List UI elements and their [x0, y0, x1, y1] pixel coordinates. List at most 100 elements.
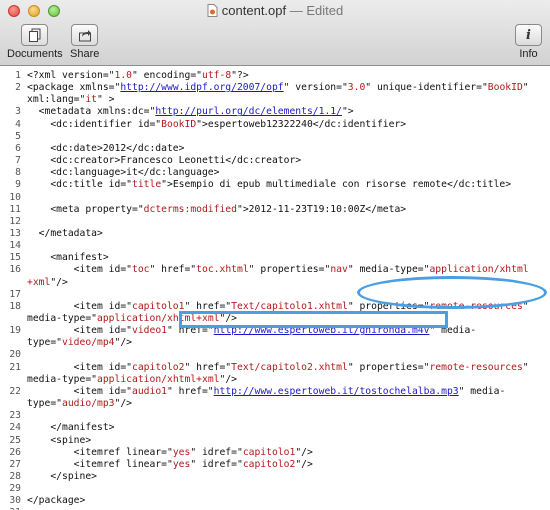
code-token: <metadata xmlns:dc=" — [27, 106, 156, 118]
code-string: video/mp4 — [62, 337, 115, 349]
code-text: <package xmlns="http://www.idpf.org/2007… — [27, 82, 529, 94]
code-token: ">2012-11-23T19:10:00Z</meta> — [236, 203, 407, 215]
code-token: <item id=" — [27, 385, 132, 397]
highlight-ellipse — [357, 276, 547, 309]
info-label: Info — [519, 48, 538, 60]
code-token: " idref=" — [190, 446, 243, 458]
code-line[interactable]: 7 <dc:creator>Francesco Leonetti</dc:cre… — [0, 155, 550, 167]
code-line[interactable]: 12 — [0, 216, 550, 228]
code-token: " > — [97, 94, 115, 106]
code-line[interactable]: 26 <itemref linear="yes" idref="capitolo… — [0, 447, 550, 459]
highlight-rectangle — [179, 311, 448, 328]
code-token: <itemref linear=" — [27, 458, 173, 470]
code-line[interactable]: 20 — [0, 349, 550, 361]
code-token: "> — [341, 106, 354, 118]
code-line[interactable]: 4 <dc:identifier id="BookID">espertoweb1… — [0, 119, 550, 131]
code-line[interactable]: type="video/mp4"/> — [0, 337, 550, 349]
line-number: 2 — [15, 82, 21, 94]
line-number: 8 — [15, 167, 21, 179]
code-text: <metadata xmlns:dc="http://purl.org/dc/e… — [27, 106, 354, 118]
code-token: <dc:identifier id=" — [27, 118, 162, 130]
code-text: <dc:title id="title">Esempio di epub mul… — [27, 179, 511, 191]
code-line[interactable]: 28 </spine> — [0, 471, 550, 483]
code-text: xml:lang="it" > — [27, 94, 115, 106]
code-text: +xml"/> — [27, 277, 68, 289]
line-number: 1 — [15, 70, 21, 81]
code-token: " version=" — [283, 82, 348, 94]
documents-label: Documents — [7, 48, 63, 60]
code-token: " media-type=" — [347, 264, 430, 276]
code-link[interactable]: http://www.idpf.org/2007/opf — [120, 82, 283, 93]
code-text: <manifest> — [27, 252, 108, 264]
line-number: 10 — [9, 191, 21, 203]
code-line[interactable]: type="audio/mp3"/> — [0, 398, 550, 410]
share-button[interactable]: Share — [70, 24, 99, 60]
code-line[interactable]: 8 <dc:language>it</dc:language> — [0, 167, 550, 179]
line-number: 21 — [9, 361, 21, 373]
code-line[interactable]: 29 — [0, 483, 550, 495]
code-line[interactable]: 30 </package> — [0, 495, 550, 507]
code-token: "/> — [219, 373, 237, 385]
code-line[interactable]: 21 <item id="capitolo2" href="Text/capit… — [0, 362, 550, 374]
code-link[interactable]: http://purl.org/dc/elements/1.1/ — [155, 106, 342, 117]
code-string: nav — [330, 264, 348, 276]
code-string: 3.0 — [347, 82, 366, 94]
info-button[interactable]: i Info — [515, 24, 542, 60]
code-text: </spine> — [27, 471, 97, 483]
code-token: <spine> — [27, 434, 92, 446]
code-token: " encoding=" — [132, 70, 202, 81]
code-token: <dc:creator>Francesco Leonetti</dc:creat… — [27, 155, 302, 167]
code-text: <item id="audio1" href="http://www.esper… — [27, 385, 506, 398]
code-line[interactable]: 23 — [0, 410, 550, 422]
code-link[interactable]: http://www.espertoweb.it/tostochelalba.m… — [214, 386, 459, 397]
documents-button[interactable]: Documents — [7, 24, 63, 60]
code-token: " — [522, 361, 529, 373]
code-token: ">espertoweb12322240</dc:identifier> — [196, 118, 407, 130]
code-string: video1 — [131, 325, 167, 337]
line-number: 4 — [15, 118, 21, 130]
code-string: Text/capitolo2.xhtml — [231, 361, 348, 373]
code-text: type="video/mp4"/> — [27, 337, 132, 349]
code-text: media-type="application/xhtml+xml"/> — [27, 374, 237, 386]
line-number: 14 — [9, 240, 21, 252]
code-token: <package xmlns=" — [27, 82, 121, 94]
code-line[interactable]: 24 </manifest> — [0, 422, 550, 434]
line-number: 29 — [9, 483, 21, 495]
code-line[interactable]: 5 — [0, 131, 550, 143]
code-line[interactable]: 16 <item id="toc" href="toc.xhtml" prope… — [0, 264, 550, 276]
code-line[interactable]: 22 <item id="audio1" href="http://www.es… — [0, 386, 550, 398]
code-string: capitolo1 — [131, 300, 185, 312]
line-number: 27 — [9, 458, 21, 470]
code-line[interactable]: 25 <spine> — [0, 435, 550, 447]
code-line[interactable]: 27 <itemref linear="yes" idref="capitolo… — [0, 459, 550, 471]
window-title: content.opf — Edited — [0, 3, 550, 18]
code-line[interactable]: 1 <?xml version="1.0" encoding="utf-8"?> — [0, 70, 550, 82]
code-token: "/> — [50, 276, 68, 288]
code-token: "?> — [231, 70, 249, 81]
line-number: 20 — [9, 349, 21, 361]
code-line[interactable]: 2 <package xmlns="http://www.idpf.org/200… — [0, 82, 550, 94]
code-line[interactable]: 3 <metadata xmlns:dc="http://purl.org/dc… — [0, 106, 550, 118]
code-token: <item id=" — [27, 264, 132, 276]
code-token: </package> — [27, 495, 86, 507]
code-line[interactable]: 6 <dc:date>2012</dc:date> — [0, 143, 550, 155]
code-line[interactable]: 14 — [0, 240, 550, 252]
line-number: 19 — [9, 325, 21, 337]
code-token: <?xml version=" — [27, 70, 115, 81]
code-string: audio/mp3 — [62, 398, 115, 410]
code-line[interactable]: xml:lang="it" > — [0, 94, 550, 106]
code-string: toc — [131, 264, 150, 276]
code-token: " unique-identifier=" — [365, 82, 488, 94]
code-line[interactable]: 11 <meta property="dcterms:modified">201… — [0, 204, 550, 216]
code-line[interactable]: 15 <manifest> — [0, 252, 550, 264]
line-number: 13 — [9, 227, 21, 239]
code-line[interactable]: media-type="application/xhtml+xml"/> — [0, 374, 550, 386]
code-token: type=" — [27, 398, 62, 410]
share-label: Share — [70, 48, 100, 60]
code-line[interactable]: 9 <dc:title id="title">Esempio di epub m… — [0, 179, 550, 191]
code-line[interactable]: 10 — [0, 192, 550, 204]
code-token: <meta property=" — [27, 203, 144, 215]
code-line[interactable]: 13 </metadata> — [0, 228, 550, 240]
line-number: 28 — [9, 470, 21, 482]
code-string: title — [131, 179, 162, 191]
